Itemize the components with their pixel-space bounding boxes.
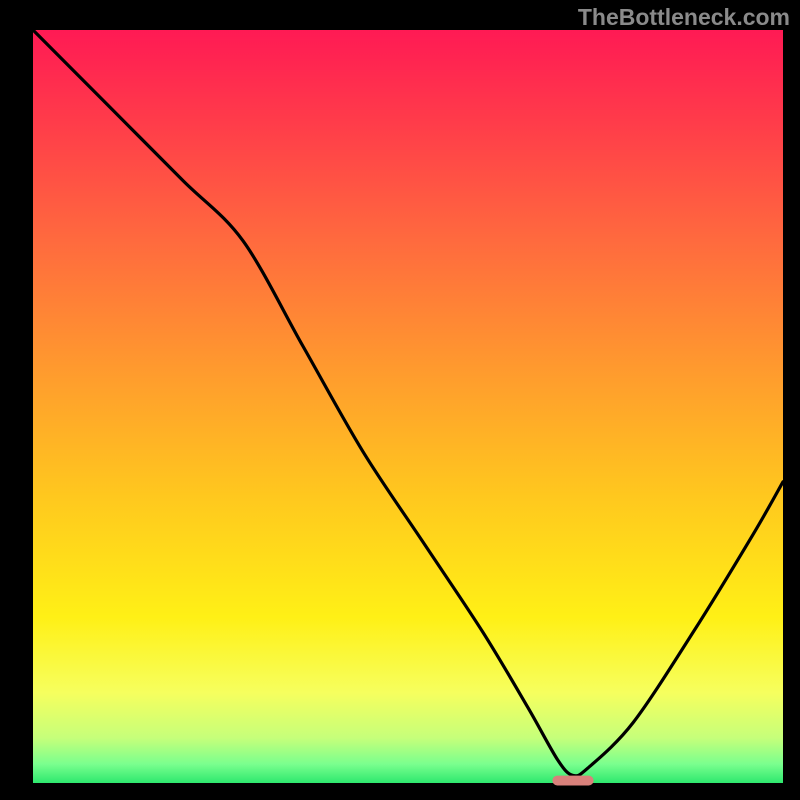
chart-container: TheBottleneck.com <box>0 0 800 800</box>
bottleneck-chart <box>0 0 800 800</box>
optimal-marker <box>552 776 593 786</box>
watermark-text: TheBottleneck.com <box>578 4 790 31</box>
